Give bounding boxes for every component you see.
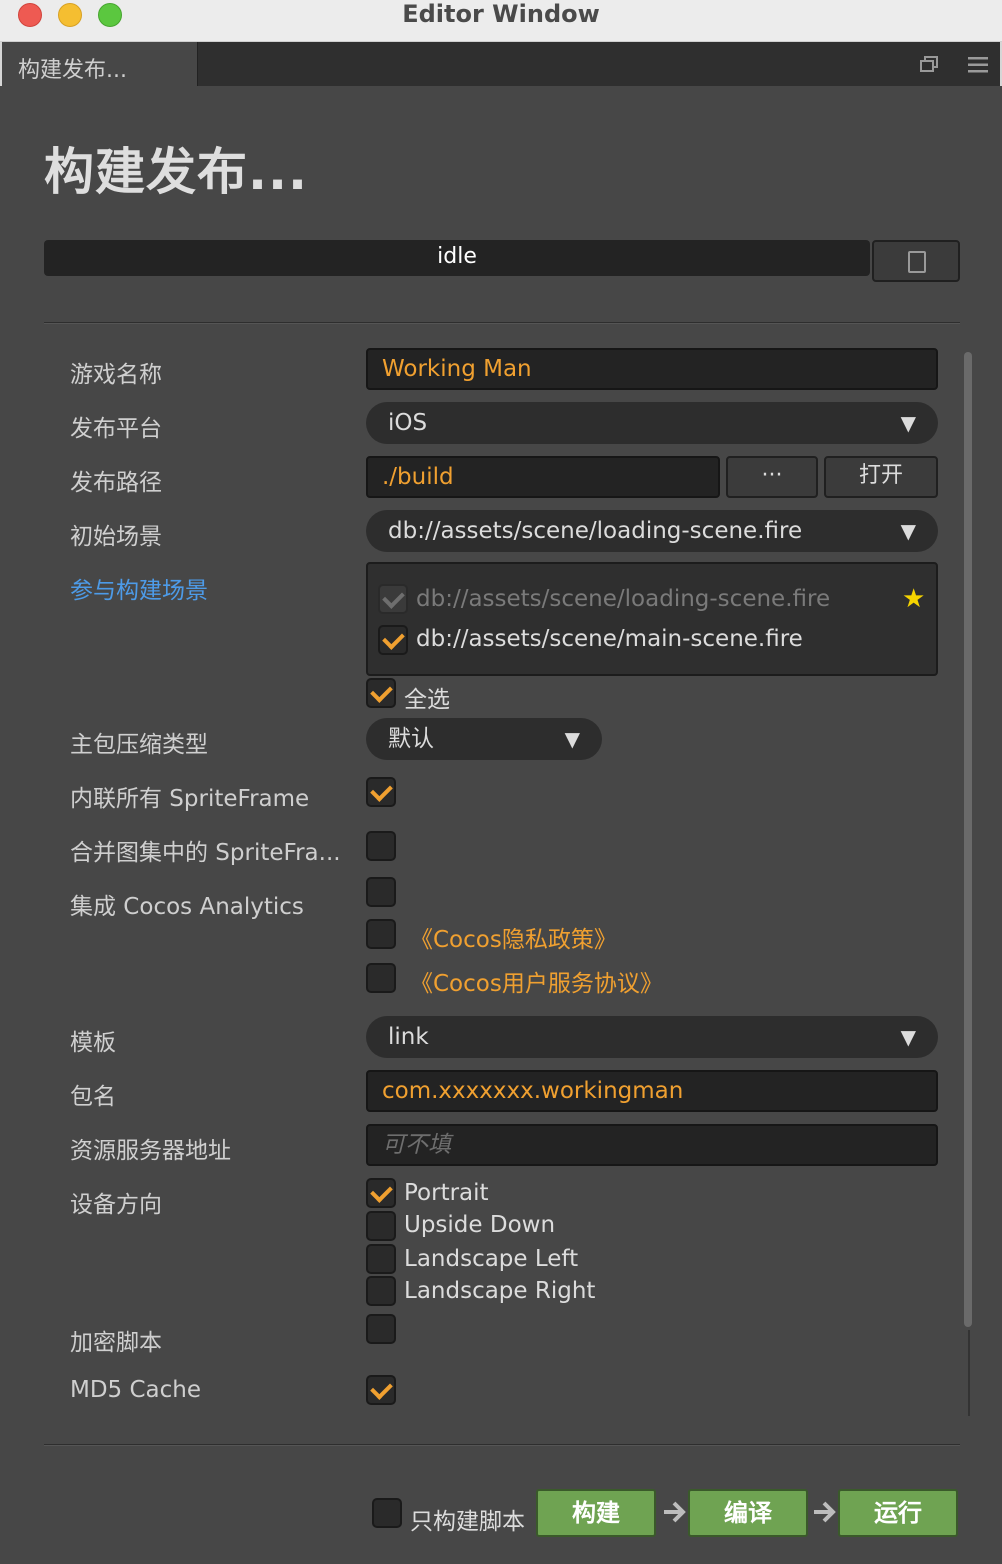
privacy-policy-link[interactable]: 《Cocos隐私政策》	[410, 920, 617, 954]
encrypt-js-checkbox[interactable]	[366, 1314, 396, 1344]
dropdown-arrow-icon: ▼	[900, 519, 916, 543]
menu-icon[interactable]	[968, 56, 988, 74]
orientation-upside-down-checkbox[interactable]	[366, 1211, 396, 1241]
select-all-label: 全选	[404, 687, 450, 713]
build-button[interactable]: 构建	[536, 1489, 656, 1537]
package-name-input[interactable]: com.xxxxxxx.workingman	[366, 1070, 938, 1112]
terms-link[interactable]: 《Cocos用户服务协议》	[410, 964, 663, 998]
template-value: link	[388, 1024, 429, 1050]
scrollbar-thumb[interactable]	[964, 352, 972, 1327]
maximize-icon[interactable]	[920, 56, 938, 72]
inline-spriteframe-label: 内联所有 SpriteFrame	[70, 786, 310, 812]
dropdown-arrow-icon: ▼	[900, 1025, 916, 1049]
package-name-label: 包名	[70, 1084, 116, 1110]
browse-path-button[interactable]: ···	[726, 456, 818, 498]
resource-server-input[interactable]: 可不填	[366, 1124, 938, 1166]
included-scenes-label[interactable]: 参与构建场景	[70, 571, 208, 605]
scene-path-loading: db://assets/scene/loading-scene.fire	[416, 586, 831, 612]
scene-checkbox-main[interactable]	[378, 625, 408, 655]
orientation-portrait-checkbox[interactable]	[366, 1178, 396, 1208]
orientation-portrait-label: Portrait	[404, 1180, 489, 1206]
divider-top	[44, 322, 960, 324]
platform-select[interactable]: iOS ▼	[366, 402, 938, 444]
md5-cache-checkbox[interactable]	[366, 1375, 396, 1405]
compression-value: 默认	[388, 726, 434, 752]
md5-cache-label: MD5 Cache	[70, 1377, 202, 1403]
build-status-bar: idle	[44, 240, 870, 276]
scene-list	[366, 562, 938, 676]
start-scene-value: db://assets/scene/loading-scene.fire	[388, 518, 803, 544]
orientation-label: 设备方向	[70, 1192, 162, 1218]
analytics-label: 集成 Cocos Analytics	[70, 894, 304, 920]
encrypt-js-label: 加密脚本	[70, 1330, 162, 1356]
template-select[interactable]: link ▼	[366, 1016, 938, 1058]
inline-spriteframe-checkbox[interactable]	[366, 777, 396, 807]
open-log-button[interactable]	[872, 240, 960, 282]
arrow-right-icon	[814, 1501, 836, 1523]
tab-build-label: 构建发布...	[18, 58, 127, 83]
platform-label: 发布平台	[70, 416, 162, 442]
start-scene-label: 初始场景	[70, 524, 162, 550]
resource-server-label: 资源服务器地址	[70, 1138, 231, 1164]
dropdown-arrow-icon: ▼	[564, 727, 580, 751]
start-scene-star-icon: ★	[902, 584, 926, 614]
privacy-policy-checkbox[interactable]	[366, 919, 396, 949]
run-button[interactable]: 运行	[838, 1489, 958, 1537]
select-all-checkbox[interactable]	[366, 678, 396, 708]
scripts-only-checkbox[interactable]	[372, 1498, 402, 1528]
start-scene-select[interactable]: db://assets/scene/loading-scene.fire ▼	[366, 510, 938, 552]
open-path-button[interactable]: 打开	[824, 456, 938, 498]
merge-spriteframe-label: 合并图集中的 SpriteFra...	[70, 840, 341, 866]
dropdown-arrow-icon: ▼	[900, 411, 916, 435]
window-title: Editor Window	[402, 0, 600, 28]
scrollbar-track[interactable]	[968, 1330, 970, 1416]
compression-label: 主包压缩类型	[70, 732, 208, 758]
arrow-right-icon	[664, 1501, 686, 1523]
orientation-landscape-right-label: Landscape Right	[404, 1278, 596, 1304]
orientation-upside-down-label: Upside Down	[404, 1212, 556, 1238]
compression-select[interactable]: 默认 ▼	[366, 718, 602, 760]
divider-bottom	[44, 1444, 960, 1446]
build-path-input[interactable]: ./build	[366, 456, 720, 498]
scripts-only-label: 只构建脚本	[410, 1509, 525, 1535]
analytics-checkbox[interactable]	[366, 877, 396, 907]
terms-checkbox[interactable]	[366, 963, 396, 993]
build-path-label: 发布路径	[70, 470, 162, 496]
platform-value: iOS	[388, 410, 428, 436]
scene-checkbox-loading	[378, 584, 408, 614]
build-status-text: idle	[437, 244, 477, 269]
orientation-landscape-right-checkbox[interactable]	[366, 1276, 396, 1306]
scene-path-main: db://assets/scene/main-scene.fire	[416, 626, 803, 652]
orientation-landscape-left-checkbox[interactable]	[366, 1244, 396, 1274]
template-label: 模板	[70, 1030, 116, 1056]
game-name-input[interactable]: Working Man	[366, 348, 938, 390]
log-file-icon	[908, 251, 926, 273]
merge-spriteframe-checkbox[interactable]	[366, 831, 396, 861]
page-title: 构建发布...	[44, 143, 308, 201]
compile-button[interactable]: 编译	[688, 1489, 808, 1537]
orientation-landscape-left-label: Landscape Left	[404, 1246, 579, 1272]
game-name-label: 游戏名称	[70, 362, 162, 388]
